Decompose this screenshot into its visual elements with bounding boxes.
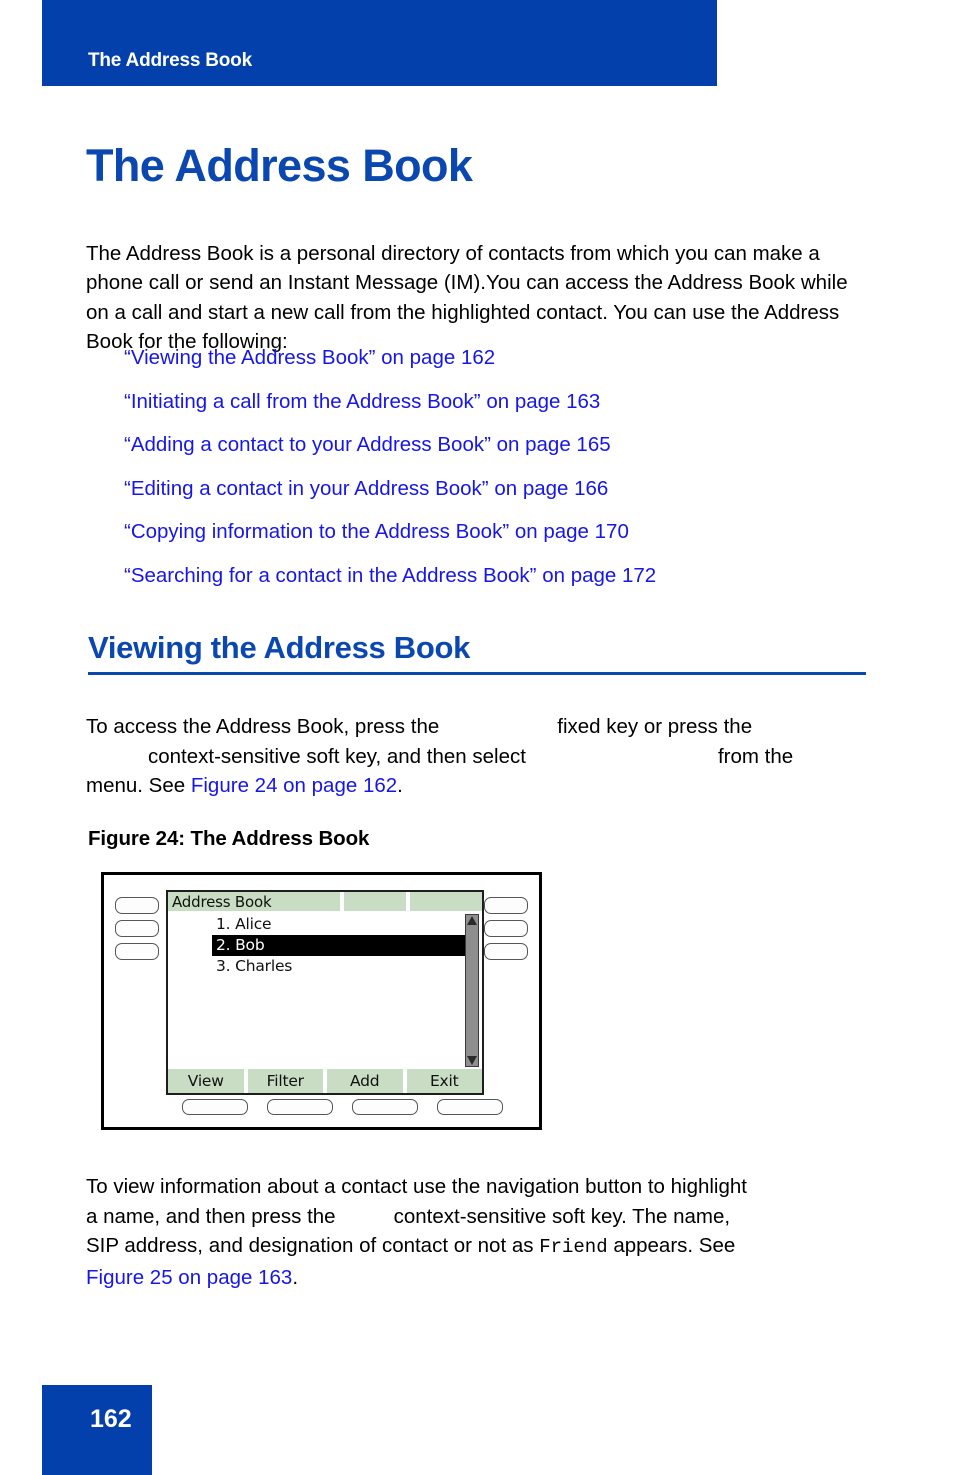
section-heading: Viewing the Address Book — [88, 630, 471, 665]
scroll-up-arrow-icon — [467, 916, 477, 925]
line-key-left-2 — [115, 920, 159, 937]
page-title: The Address Book — [86, 140, 473, 192]
access-line-1: To access the Address Book, press the fix… — [86, 712, 876, 742]
softkey-button-2 — [267, 1099, 333, 1115]
access-line-1-text-a: To access the Address Book, press the — [86, 715, 440, 738]
softkey-label-exit: Exit — [406, 1069, 482, 1093]
list-item[interactable]: “Searching for a contact in the Address … — [86, 565, 886, 586]
section-heading-block: Viewing the Address Book — [88, 630, 866, 675]
close-line-4: Figure 25 on page 163. — [86, 1263, 886, 1293]
line-key-left-3 — [115, 943, 159, 960]
figure-24-image: Address Book 1. Alice 2. Bob 3. Charles … — [101, 872, 542, 1130]
lcd-screen-title: Address Book — [172, 893, 272, 911]
page-number: 162 — [90, 1405, 132, 1433]
phone-illustration: Address Book 1. Alice 2. Bob 3. Charles … — [104, 875, 539, 1127]
softkey-label-add: Add — [327, 1069, 403, 1093]
access-line-3: menu. See Figure 24 on page 162. — [86, 771, 876, 801]
softkey-button-4 — [437, 1099, 503, 1115]
list-item[interactable]: “Editing a contact in your Address Book”… — [86, 478, 886, 499]
close-line-2-text-a: a name, and then press the — [86, 1204, 336, 1228]
access-line-2-text-a: context-sensitive soft key, and then sel… — [148, 744, 526, 768]
close-line-1: To view information about a contact use … — [86, 1175, 747, 1198]
contact-list: 1. Alice 2. Bob 3. Charles — [168, 914, 465, 977]
list-item[interactable]: “Initiating a call from the Address Book… — [86, 391, 886, 412]
close-line-3: SIP address, and designation of contact … — [86, 1231, 886, 1263]
lcd-title-tab-3 — [410, 892, 482, 911]
close-line-3-text-b: appears. See — [613, 1234, 736, 1257]
lcd-title-tab-2 — [344, 892, 406, 911]
scroll-down-arrow-icon — [467, 1056, 477, 1065]
friend-literal: Friend — [539, 1236, 608, 1258]
list-item[interactable]: “Copying information to the Address Book… — [86, 521, 886, 542]
contact-list-item: 3. Charles — [216, 957, 293, 975]
access-line-2: context-sensitive soft key, and then sel… — [86, 742, 876, 772]
intro-paragraph: The Address Book is a personal directory… — [86, 241, 848, 354]
access-line-3-text-a: menu. See — [86, 774, 186, 797]
figure-caption: Figure 24: The Address Book — [88, 827, 370, 850]
contact-list-item: 1. Alice — [216, 915, 272, 933]
lcd-scrollbar — [465, 914, 479, 1067]
access-instructions-paragraph: To access the Address Book, press the fix… — [86, 712, 876, 801]
list-item[interactable]: “Adding a contact to your Address Book” … — [86, 434, 886, 455]
softkey-label-view: View — [168, 1069, 244, 1093]
closing-paragraph: To view information about a contact use … — [86, 1172, 886, 1292]
softkey-button-1 — [182, 1099, 248, 1115]
running-header-banner: The Address Book — [42, 0, 717, 86]
line-key-right-3 — [484, 943, 528, 960]
contact-list-item-selected: 2. Bob — [212, 935, 465, 956]
close-line-3-text-a: SIP address, and designation of contact … — [86, 1234, 534, 1257]
line-key-right-2 — [484, 920, 528, 937]
phone-lcd-screen: Address Book 1. Alice 2. Bob 3. Charles … — [166, 890, 484, 1095]
close-line-4-text-b: . — [292, 1265, 299, 1289]
lcd-softkey-label-row: View Filter Add Exit — [168, 1069, 482, 1093]
footer-page-block: 162 — [42, 1385, 152, 1475]
figure-25-link[interactable]: Figure 25 on page 163 — [86, 1266, 292, 1289]
softkey-button-3 — [352, 1099, 418, 1115]
section-divider — [88, 672, 866, 675]
figure-24-link[interactable]: Figure 24 on page 162 — [191, 774, 397, 797]
running-header-title: The Address Book — [88, 50, 252, 71]
close-line-2: a name, and then press the context-sensit… — [86, 1202, 886, 1232]
line-key-right-1 — [484, 897, 528, 914]
access-line-1-text-b: fixed key or press the — [557, 715, 753, 738]
access-line-3-text-b: . — [397, 774, 403, 797]
cross-reference-list: “Viewing the Address Book” on page 162 “… — [86, 347, 886, 609]
line-key-left-1 — [115, 897, 159, 914]
close-line-2-text-b: context-sensitive soft key. The name, — [393, 1204, 731, 1228]
softkey-label-filter: Filter — [247, 1069, 323, 1093]
access-line-2-text-b: from the — [717, 744, 794, 768]
list-item[interactable]: “Viewing the Address Book” on page 162 — [86, 347, 886, 368]
